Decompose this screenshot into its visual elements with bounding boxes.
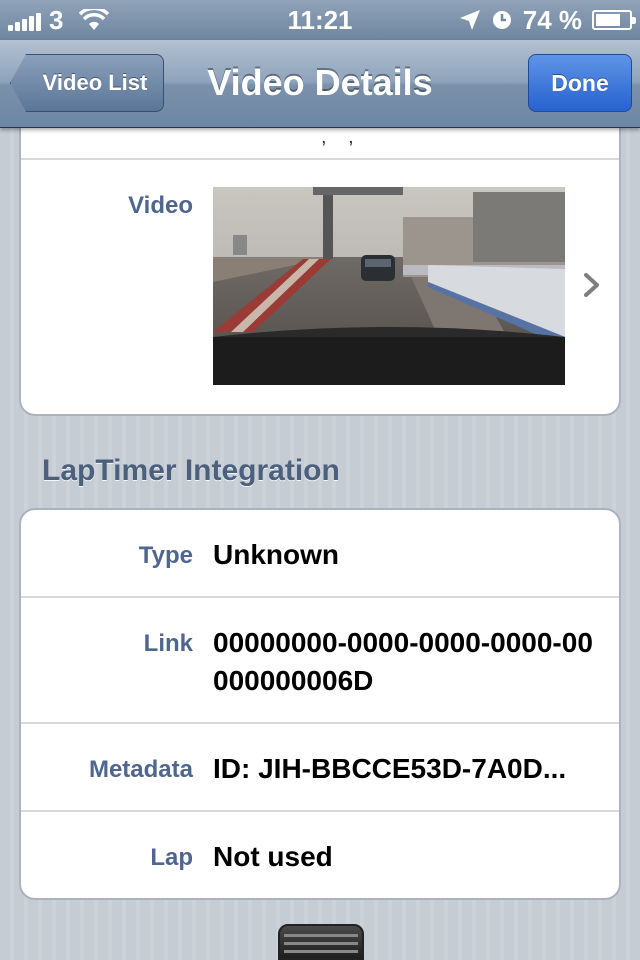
- section-header-laptimer: LapTimer Integration: [42, 454, 340, 487]
- link-label: Link: [143, 630, 193, 657]
- table-row[interactable]: Metadata ID: JIH-BBCCE53D-7A0D...: [21, 724, 619, 812]
- table-row[interactable]: Lap Not used: [21, 812, 619, 898]
- alarm-clock-icon: [492, 11, 511, 29]
- video-card: , , Video: [19, 100, 621, 416]
- lap-label: Lap: [150, 844, 193, 871]
- link-value: 00000000-0000-0000-0000-00000000006D: [213, 627, 593, 696]
- page-title: Video Details: [207, 62, 433, 103]
- table-row[interactable]: Link 00000000-0000-0000-0000-00000000006…: [21, 598, 619, 724]
- location-arrow-icon: [459, 10, 480, 30]
- status-right: 74 %: [459, 4, 636, 36]
- clipped-row-text: , ,: [321, 126, 362, 148]
- lap-value: Not used: [213, 841, 333, 872]
- chevron-right-icon[interactable]: [583, 272, 601, 298]
- battery-fill: [596, 14, 620, 26]
- row-divider: [21, 158, 619, 160]
- type-label: Type: [138, 542, 193, 569]
- navigation-bar: Video List Video Details Done: [0, 40, 640, 128]
- drawer-handle-icon[interactable]: [278, 924, 364, 960]
- metadata-label: Metadata: [88, 756, 193, 783]
- battery-icon: [592, 10, 636, 30]
- type-value: Unknown: [213, 539, 339, 570]
- battery-percent: 74 %: [522, 5, 582, 35]
- status-bar: 3 11:21 74 %: [0, 0, 640, 40]
- back-button[interactable]: Video List: [10, 54, 164, 112]
- metadata-value: ID: JIH-BBCCE53D-7A0D...: [213, 753, 567, 784]
- race-track-image: [213, 187, 565, 385]
- done-button[interactable]: Done: [528, 54, 632, 112]
- video-thumbnail[interactable]: [213, 187, 565, 385]
- laptimer-card: Type Unknown Link 00000000-0000-0000-000…: [19, 508, 621, 900]
- video-label: Video: [128, 192, 193, 219]
- table-row[interactable]: Type Unknown: [21, 510, 619, 598]
